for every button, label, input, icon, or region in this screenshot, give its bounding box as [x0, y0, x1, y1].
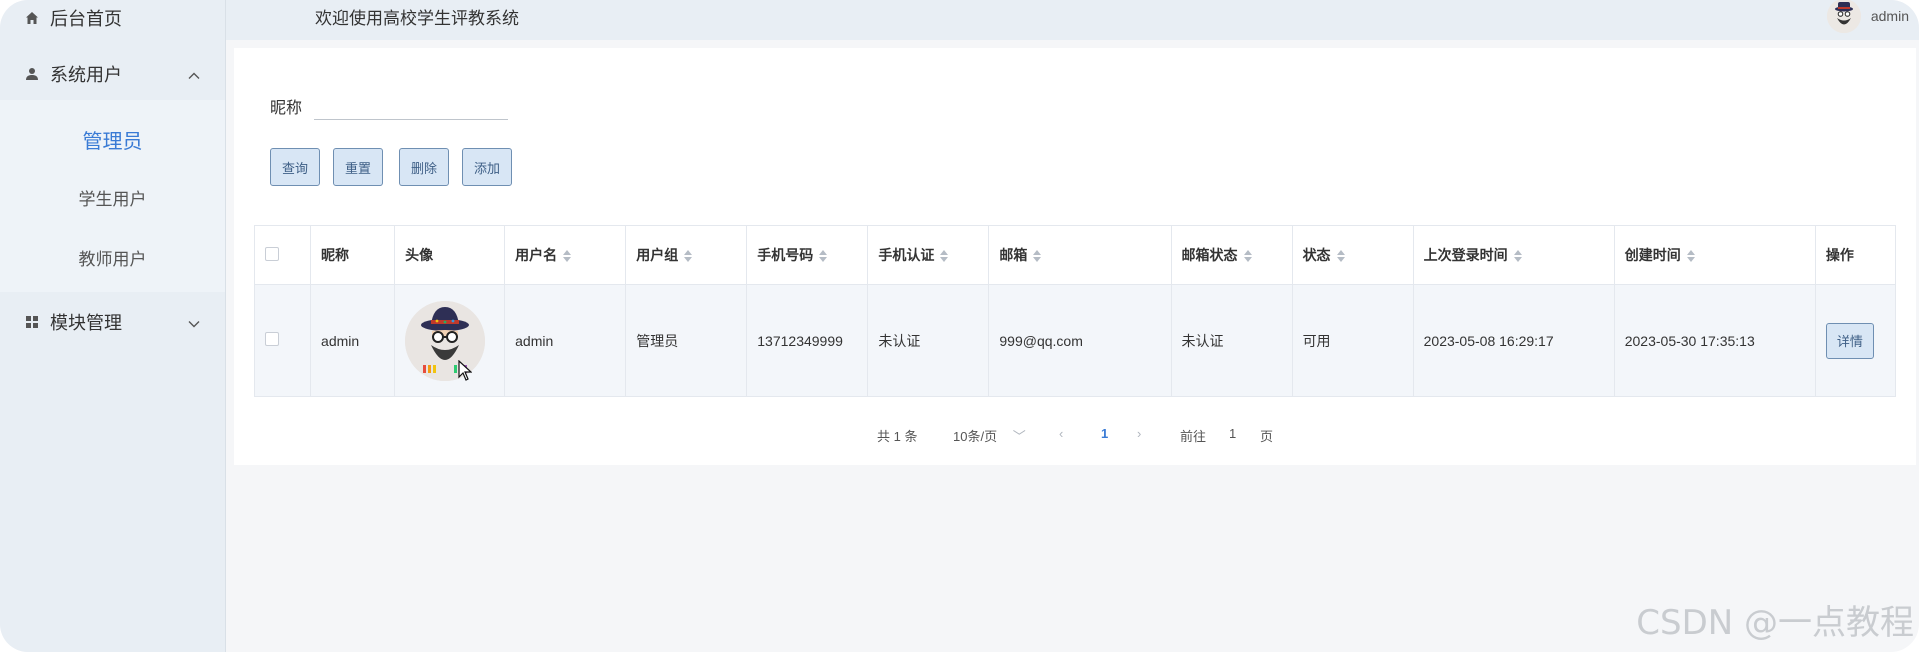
sidebar-item-admins[interactable]: 管理员	[0, 115, 225, 163]
add-button[interactable]: 添加	[462, 148, 512, 186]
sidebar-item-label: 系统用户	[50, 65, 122, 85]
cell-group: 管理员	[625, 284, 748, 397]
reset-button[interactable]: 重置	[333, 148, 383, 186]
page-number-current[interactable]: 1	[1101, 426, 1108, 441]
goto-page-input[interactable]: 1	[1229, 426, 1236, 441]
goto-suffix: 页	[1260, 429, 1274, 444]
watermark: CSDN @一点教程	[1636, 603, 1914, 643]
col-username[interactable]: 用户名	[504, 225, 627, 285]
sort-icon[interactable]	[1513, 250, 1522, 263]
col-last-login[interactable]: 上次登录时间	[1412, 225, 1615, 285]
avatar	[1826, 0, 1861, 33]
cell-actions: 详情	[1814, 284, 1897, 397]
sort-icon[interactable]	[1243, 250, 1252, 263]
col-actions: 操作	[1814, 225, 1897, 285]
pagination-total: 共 1 条	[877, 429, 918, 444]
chevron-down-icon: ﹀	[1012, 429, 1026, 444]
cell-avatar	[394, 284, 506, 397]
nickname-search-input[interactable]	[314, 88, 508, 120]
home-icon	[24, 10, 40, 26]
pagination: 共 1 条 10条/页 ﹀ ‹ 1 › 前往 1 页	[234, 420, 1916, 450]
sidebar-item-system-users[interactable]: 系统用户	[0, 48, 225, 100]
goto-prefix: 前往	[1180, 429, 1207, 444]
users-table: 昵称 头像 用户名 用户组 手机号码 手机认证 邮箱 邮箱状态 状态 上次登录时…	[253, 225, 1897, 397]
cell-username: admin	[504, 284, 627, 397]
col-email-status[interactable]: 邮箱状态	[1170, 225, 1293, 285]
col-created[interactable]: 创建时间	[1613, 225, 1816, 285]
cell-created: 2023-05-30 17:35:13	[1613, 284, 1816, 397]
col-phone-verified[interactable]: 手机认证	[867, 225, 990, 285]
sidebar-item-label: 模块管理	[50, 313, 122, 333]
sort-icon[interactable]	[940, 250, 949, 263]
sort-icon[interactable]	[1336, 250, 1345, 263]
query-button[interactable]: 查询	[270, 148, 320, 186]
grid-icon	[24, 314, 40, 330]
cell-phone: 13712349999	[746, 284, 869, 397]
delete-button[interactable]: 删除	[399, 148, 449, 186]
username-label: admin	[1870, 8, 1909, 24]
chevron-up-icon	[187, 67, 201, 81]
col-email[interactable]: 邮箱	[988, 225, 1172, 285]
cell-nickname: admin	[310, 284, 396, 397]
page-size-value: 10条/页	[953, 429, 998, 444]
col-group[interactable]: 用户组	[625, 225, 748, 285]
cell-email-status: 未认证	[1170, 284, 1293, 397]
welcome-title: 欢迎使用高校学生评教系统	[315, 9, 519, 28]
prev-page-icon[interactable]: ‹	[1059, 426, 1063, 441]
sidebar-item-home[interactable]: 后台首页	[0, 0, 225, 44]
row-checkbox[interactable]	[265, 332, 279, 346]
cell-status: 可用	[1291, 284, 1414, 397]
sidebar: 后台首页 系统用户 管理员 学生用户 教师用户 模块管理	[0, 0, 226, 652]
sidebar-item-label: 后台首页	[50, 9, 122, 29]
cell-phone-verified: 未认证	[867, 284, 990, 397]
sort-icon[interactable]	[684, 250, 693, 263]
mouse-cursor-icon	[458, 359, 473, 387]
next-page-icon[interactable]: ›	[1137, 426, 1141, 441]
chevron-down-icon	[187, 315, 201, 329]
select-all-cell	[253, 225, 312, 285]
sidebar-item-students[interactable]: 学生用户	[0, 173, 225, 221]
top-header: 欢迎使用高校学生评教系统 admin	[226, 0, 1919, 40]
detail-button[interactable]: 详情	[1825, 322, 1874, 359]
table-row: admin admin 管理员 13712349999 未认证 999@qq.c…	[253, 284, 1897, 397]
avatar	[405, 300, 486, 381]
sort-icon[interactable]	[1033, 250, 1042, 263]
row-select-cell	[253, 284, 312, 397]
sort-icon[interactable]	[1686, 250, 1695, 263]
main-content-card: 昵称 查询 重置 删除 添加 昵称 头像 用户名 用户组 手机号码 手机认证 邮…	[234, 48, 1916, 465]
submenu-system-users: 管理员 学生用户 教师用户	[0, 100, 225, 292]
sidebar-item-modules[interactable]: 模块管理	[0, 296, 225, 348]
search-label: 昵称	[270, 100, 303, 117]
col-phone[interactable]: 手机号码	[746, 225, 869, 285]
cell-email: 999@qq.com	[988, 284, 1172, 397]
col-status[interactable]: 状态	[1291, 225, 1414, 285]
cell-last-login: 2023-05-08 16:29:17	[1412, 284, 1615, 397]
sidebar-item-teachers[interactable]: 教师用户	[0, 233, 225, 281]
col-nickname: 昵称	[310, 225, 396, 285]
select-all-checkbox[interactable]	[265, 246, 279, 261]
app-window: 后台首页 系统用户 管理员 学生用户 教师用户 模块管理 欢迎使用高校学生评教系…	[0, 0, 1919, 652]
page-size-select[interactable]: 10条/页 ﹀	[953, 426, 1026, 445]
sort-icon[interactable]	[819, 250, 828, 263]
table-header-row: 昵称 头像 用户名 用户组 手机号码 手机认证 邮箱 邮箱状态 状态 上次登录时…	[253, 225, 1897, 285]
col-avatar: 头像	[394, 225, 506, 285]
user-menu[interactable]: admin	[1826, 0, 1909, 33]
user-icon	[24, 66, 40, 82]
sort-icon[interactable]	[563, 250, 572, 263]
